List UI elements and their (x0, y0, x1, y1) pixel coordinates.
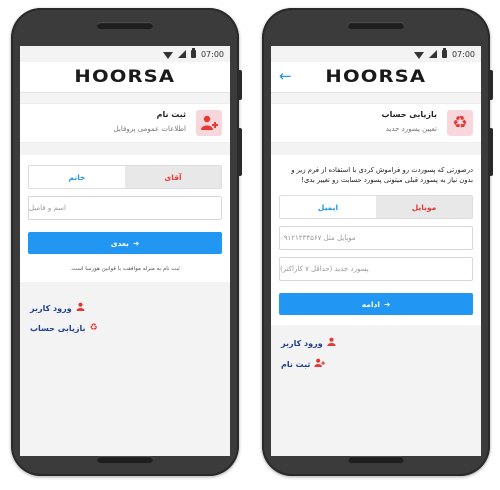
recovery-link[interactable]: ♻ بازیابی حساب (30, 323, 220, 333)
recycle-icon: ♻ (89, 323, 98, 333)
side-button (490, 70, 493, 100)
login-link[interactable]: ورود کاربر (30, 302, 220, 314)
tab-female[interactable]: خانم (29, 166, 125, 188)
app-logo: HOORSA (74, 67, 176, 87)
recovery-header: بازیابی حساب تعیین پسورد جدید ♻ (271, 103, 481, 143)
page-title: ثبت نام (156, 110, 186, 119)
signal-icon (428, 50, 437, 58)
recovery-description: درصورتی که پسوردت رو فراموش کردی با استف… (291, 166, 473, 184)
status-time: 07:00 (451, 49, 475, 59)
user-icon (327, 337, 336, 349)
auth-links: ورود کاربر ♻ بازیابی حساب (20, 302, 230, 333)
page-subtitle: اطلاعات عمومی پروفایل (113, 125, 186, 133)
speaker-top (348, 22, 404, 29)
signup-header: ثبت نام اطلاعات عمومی پروفایل (20, 103, 230, 143)
recycle-icon: ♻ (447, 110, 473, 136)
next-button-label: بعدی (110, 238, 129, 248)
page-title: بازیابی حساب (381, 110, 437, 119)
user-icon (76, 302, 85, 314)
login-link[interactable]: ورود کاربر (281, 337, 471, 349)
left-screen: 07:00 HOORSA ثبت نام اطلاعات عمومی پروفا… (20, 46, 230, 456)
login-link-label: ورود کاربر (30, 303, 72, 313)
recovery-link-label: بازیابی حساب (30, 323, 86, 333)
app-bar: ← HOORSA (271, 62, 481, 93)
continue-button-label: ادامه (361, 299, 380, 309)
arrow-right-icon: ➜ (383, 299, 391, 309)
recovery-form: درصورتی که پسوردت رو فراموش کردی با استف… (271, 155, 481, 325)
register-link-label: ثبت نام (281, 359, 311, 369)
method-tabs: ایمیل موبایل (279, 195, 473, 219)
signal-icon (177, 50, 186, 58)
login-link-label: ورود کاربر (281, 338, 323, 348)
speaker-bottom (97, 456, 153, 463)
side-button (239, 128, 242, 176)
continue-button[interactable]: ادامه ➜ (279, 293, 473, 315)
wifi-icon (162, 51, 173, 59)
side-button (239, 70, 242, 100)
wifi-icon (413, 51, 424, 59)
page-subtitle: تعیین پسورد جدید (385, 125, 437, 133)
name-input[interactable]: اسم و فامیل (28, 196, 222, 220)
status-bar: 07:00 (20, 46, 230, 62)
user-plus-icon (196, 110, 222, 136)
speaker-top (97, 22, 153, 29)
side-button (490, 128, 493, 176)
auth-links: ورود کاربر ثبت نام (271, 337, 481, 370)
signup-form: خانم آقای اسم و فامیل بعدی ➜ ثبت نام به … (20, 155, 230, 282)
user-plus-icon (314, 358, 326, 370)
tab-mobile[interactable]: موبایل (376, 196, 472, 218)
battery-icon (190, 48, 196, 58)
app-bar: HOORSA (20, 62, 230, 93)
tab-email[interactable]: ایمیل (280, 196, 376, 218)
tab-male[interactable]: آقای (125, 166, 221, 188)
register-link[interactable]: ثبت نام (281, 358, 471, 370)
status-time: 07:00 (200, 49, 224, 59)
app-logo: HOORSA (325, 67, 427, 87)
right-phone: 07:00 ← HOORSA بازیابی حساب تعیین پسورد … (262, 8, 493, 476)
battery-icon (441, 48, 447, 58)
speaker-bottom (348, 456, 404, 463)
arrow-left-icon[interactable]: ← (279, 67, 292, 85)
status-bar: 07:00 (271, 46, 481, 62)
right-screen: 07:00 ← HOORSA بازیابی حساب تعیین پسورد … (271, 46, 481, 456)
next-button[interactable]: بعدی ➜ (28, 232, 222, 254)
arrow-right-icon: ➜ (132, 238, 140, 248)
terms-text: ثبت نام به منزله موافقت با قوانین هورسا … (70, 266, 180, 272)
gender-tabs: خانم آقای (28, 165, 222, 189)
password-input[interactable]: پسورد جدید (حداقل ۷ کاراکتر) (279, 257, 473, 281)
left-phone: 07:00 HOORSA ثبت نام اطلاعات عمومی پروفا… (11, 8, 242, 476)
mobile-input[interactable]: موبایل مثل ۰۹۱۲۱۲۳۴۵۶۷ (279, 226, 473, 250)
